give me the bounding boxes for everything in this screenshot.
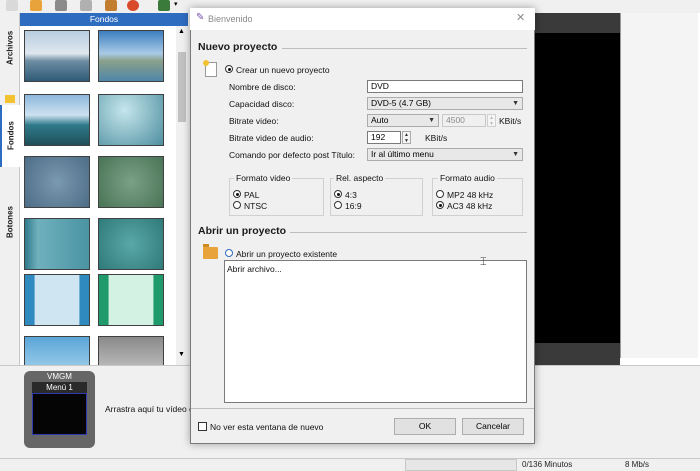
background-thumbnail[interactable] <box>98 30 164 82</box>
aspect-4-3-radio[interactable] <box>334 190 342 198</box>
cancel-button[interactable]: Cancelar <box>462 418 524 435</box>
mp2-radio[interactable] <box>436 190 444 198</box>
video-bitrate-mode-select[interactable]: Auto ▼ <box>367 114 439 127</box>
toolbar-edit-icon[interactable] <box>80 0 92 11</box>
pal-label: PAL <box>244 190 260 200</box>
panel-header: Fondos <box>20 13 188 26</box>
video-bitrate-input[interactable]: 4500 <box>442 114 486 127</box>
video-bitrate-unit: KBit/s <box>499 116 522 126</box>
mouse-cursor-icon: ⌶ <box>480 256 487 268</box>
new-document-icon <box>203 60 217 77</box>
mp2-label: MP2 48 kHz <box>447 190 494 200</box>
scroll-down-icon[interactable]: ▼ <box>178 351 185 358</box>
preview-screen <box>535 33 620 343</box>
toolbar-dropdown-icon[interactable]: ▾ <box>174 0 182 11</box>
audio-bitrate-unit: KBit/s <box>425 133 448 143</box>
post-command-select[interactable]: Ir al último menu ▼ <box>367 148 523 161</box>
close-icon[interactable]: ✕ <box>516 12 525 24</box>
side-tabs: Archivos Fondos Botones <box>0 13 20 365</box>
toolbar-save-icon[interactable] <box>55 0 67 11</box>
status-bar: 0/136 Minutos 8 Mb/s <box>0 458 700 471</box>
audio-bitrate-label: Bitrate video de audio: <box>229 133 314 143</box>
status-progress <box>405 459 517 471</box>
toolbar-open-icon[interactable] <box>30 0 42 11</box>
background-thumbnail[interactable] <box>98 218 164 270</box>
folder-icon <box>203 244 218 259</box>
capacity-select[interactable]: DVD-5 (4.7 GB) ▼ <box>367 97 523 110</box>
chevron-down-icon: ▼ <box>428 117 435 124</box>
divider <box>290 232 527 233</box>
dont-show-checkbox[interactable] <box>198 422 207 431</box>
aspect-16-9-label: 16:9 <box>345 201 362 211</box>
pal-radio[interactable] <box>233 190 241 198</box>
background-thumbnail[interactable] <box>98 156 164 208</box>
video-format-title: Formato video <box>234 173 293 183</box>
post-command-value: Ir al último menu <box>371 149 434 159</box>
background-thumbnail[interactable] <box>24 94 90 146</box>
background-thumbnail[interactable] <box>98 94 164 146</box>
background-thumbnail[interactable] <box>24 274 90 326</box>
background-thumbnail[interactable] <box>98 274 164 326</box>
recent-projects-list[interactable]: Abrir archivo... <box>224 260 527 403</box>
toolbar-burn-icon[interactable] <box>127 0 139 11</box>
video-bitrate-spinner[interactable]: ▲ ▼ <box>487 114 496 127</box>
divider <box>191 408 534 409</box>
app-logo-icon: ✎ <box>196 12 205 23</box>
background-thumbnail[interactable] <box>24 218 90 270</box>
dialog-title: Bienvenido <box>208 14 253 24</box>
tab-fondos[interactable]: Fondos <box>0 105 20 167</box>
aspect-16-9-radio[interactable] <box>334 201 342 209</box>
drag-hint: Arrastra aquí tu vídeo d <box>105 404 194 414</box>
capacity-value: DVD-5 (4.7 GB) <box>371 98 431 108</box>
toolbar-settings-icon[interactable] <box>105 0 117 11</box>
status-bitrate: 8 Mb/s <box>625 460 650 469</box>
tab-botones[interactable]: Botones <box>0 191 20 253</box>
audio-format-title: Formato audio <box>438 173 497 183</box>
scrollbar-thumb[interactable] <box>178 52 186 122</box>
audio-bitrate-input[interactable]: 192 <box>367 131 401 144</box>
ac3-label: AC3 48 kHz <box>447 201 493 211</box>
background-thumbnail[interactable] <box>24 30 90 82</box>
open-project-radio[interactable] <box>225 249 233 257</box>
divider <box>282 48 527 49</box>
toolbar-film-icon[interactable] <box>158 0 170 11</box>
video-bitrate-label: Bitrate video: <box>229 116 279 126</box>
toolbar-new-icon[interactable] <box>6 0 18 11</box>
tab-archivos[interactable]: Archivos <box>0 18 20 78</box>
vmgm-preview <box>32 393 87 435</box>
background-thumbnail-grid <box>20 26 176 365</box>
dont-show-label: No ver esta ventana de nuevo <box>210 422 324 432</box>
create-project-label: Crear un nuevo proyecto <box>236 65 330 75</box>
open-project-heading: Abrir un proyecto <box>198 225 287 237</box>
ntsc-radio[interactable] <box>233 201 241 209</box>
audio-bitrate-spinner[interactable]: ▲ ▼ <box>402 131 411 144</box>
ntsc-label: NTSC <box>244 201 268 211</box>
aspect-4-3-label: 4:3 <box>345 190 357 200</box>
video-bitrate-mode-value: Auto <box>371 115 389 125</box>
capacity-label: Capacidad disco: <box>229 99 295 109</box>
post-command-label: Comando por defecto post Título: <box>229 150 356 160</box>
list-item[interactable]: Abrir archivo... <box>227 264 282 274</box>
background-thumbnail[interactable] <box>98 336 164 365</box>
folder-tab-icon <box>5 95 15 103</box>
ac3-radio[interactable] <box>436 201 444 209</box>
status-minutes: 0/136 Minutos <box>522 460 573 469</box>
vmgm-title: VMGM <box>47 372 72 381</box>
new-project-heading: Nuevo proyecto <box>198 41 278 53</box>
background-thumbnail[interactable] <box>24 156 90 208</box>
disc-name-label: Nombre de disco: <box>229 82 296 92</box>
ok-button[interactable]: OK <box>394 418 456 435</box>
chevron-down-icon: ▼ <box>512 151 519 158</box>
vmgm-menu-label: Menú 1 <box>32 382 87 393</box>
background-thumbnail[interactable] <box>24 336 90 365</box>
scroll-up-icon[interactable]: ▲ <box>178 28 185 35</box>
aspect-ratio-group <box>330 178 423 216</box>
create-project-radio[interactable] <box>225 65 233 73</box>
aspect-ratio-title: Rel. aspecto <box>334 173 386 183</box>
chevron-down-icon: ▼ <box>512 100 519 107</box>
preview-side-panel <box>620 13 698 358</box>
open-project-label: Abrir un proyecto existente <box>236 249 338 259</box>
disc-name-input[interactable]: DVD <box>367 80 523 93</box>
